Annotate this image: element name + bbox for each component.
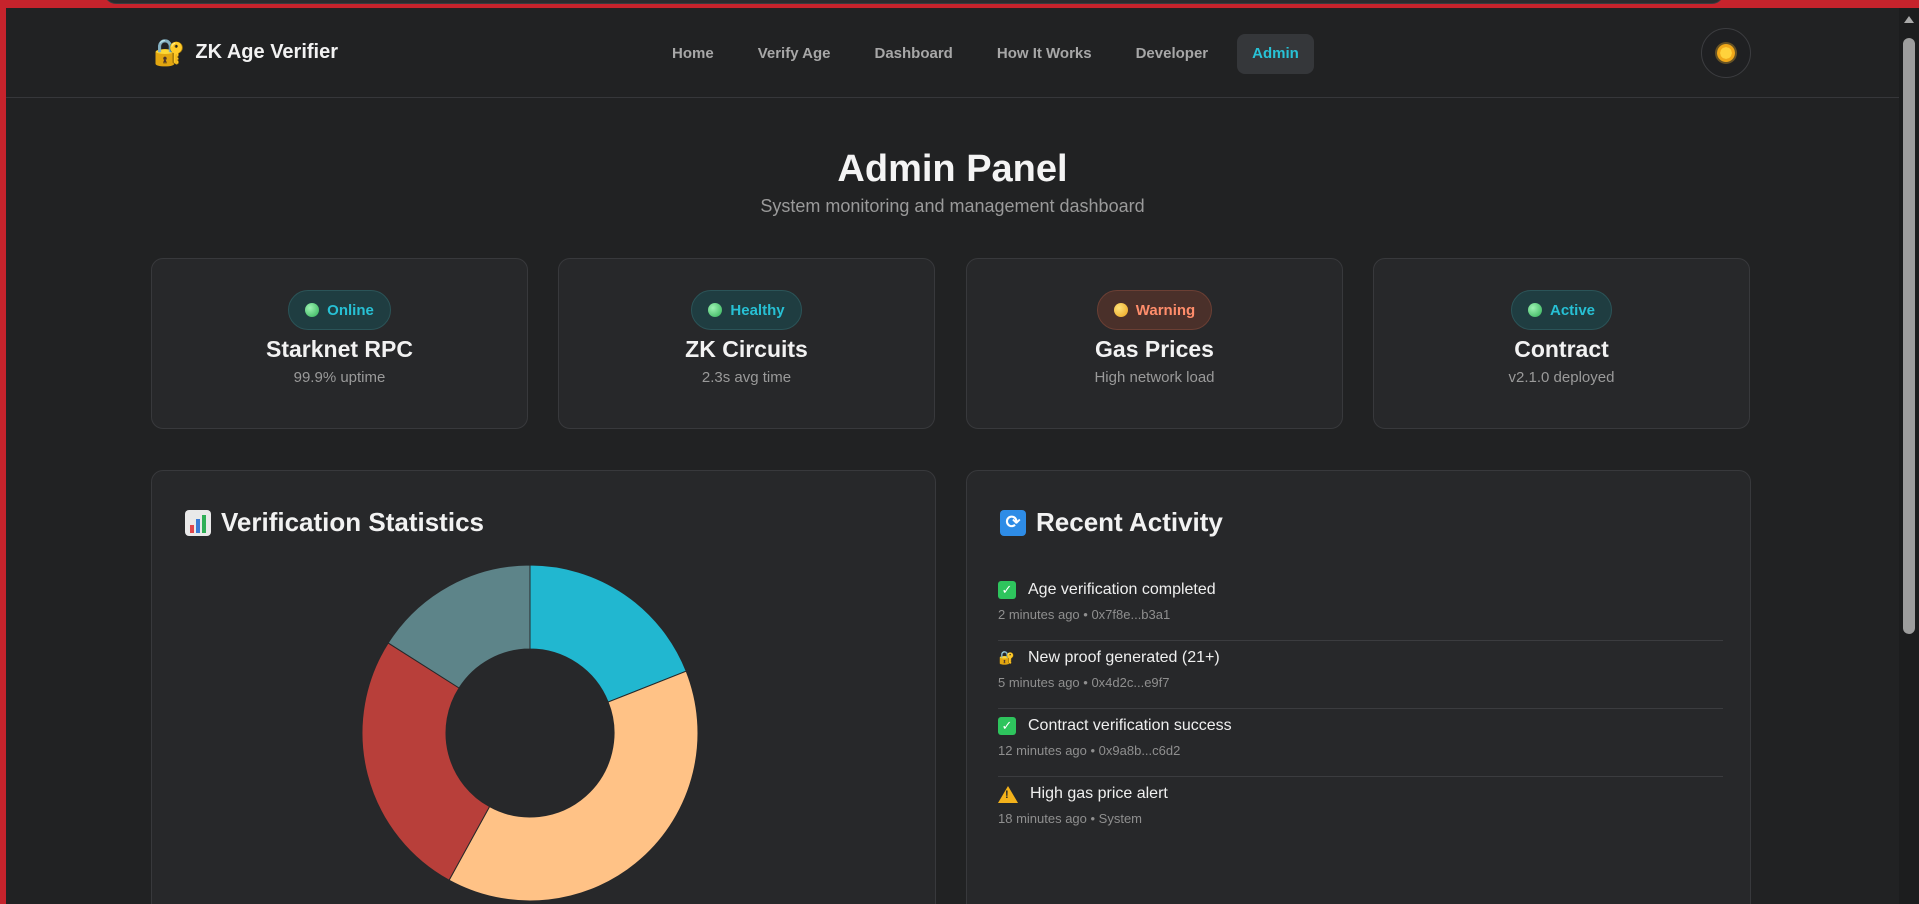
status-card-subtitle: v2.1.0 deployed: [1508, 369, 1615, 386]
theme-toggle-button[interactable]: [1701, 28, 1751, 78]
recent-activity-panel: ⟳ Recent Activity ✓ Age verification com…: [966, 470, 1751, 904]
nav-link-developer[interactable]: Developer: [1121, 34, 1224, 74]
verification-statistics-panel: Verification Statistics: [151, 470, 936, 904]
activity-text: Age verification completed: [1028, 581, 1216, 598]
activity-item[interactable]: ✓ Age verification completed 2 minutes a…: [998, 573, 1723, 641]
status-dot-icon: [1527, 303, 1542, 317]
status-card-subtitle: High network load: [1094, 369, 1215, 386]
panel-title-label: Recent Activity: [1036, 507, 1223, 537]
nav-links: Home Verify Age Dashboard How It Works D…: [657, 34, 1314, 74]
status-badge-label: Active: [1549, 301, 1596, 319]
status-dot-icon: [1113, 303, 1128, 317]
vertical-scrollbar[interactable]: [1899, 8, 1919, 904]
sun-icon: [1717, 44, 1735, 62]
navbar: 🔐 ZK Age Verifier Home Verify Age Dashbo…: [6, 8, 1899, 98]
check-icon: ✓: [998, 581, 1016, 599]
activity-text: Contract verification success: [1028, 717, 1232, 734]
nav-link-how-it-works[interactable]: How It Works: [982, 34, 1107, 74]
donut-chart-svg: [361, 564, 699, 902]
refresh-icon: ⟳: [1000, 509, 1026, 536]
status-badge-label: Warning: [1135, 301, 1196, 319]
scroll-up-arrow-icon[interactable]: [1904, 16, 1914, 23]
status-card-gas-prices: Warning Gas Prices High network load: [966, 258, 1343, 429]
status-badge: Online: [288, 290, 391, 330]
status-card-title: Starknet RPC: [266, 336, 413, 362]
lock-icon: 🔐: [998, 650, 1016, 665]
nav-link-verify-age[interactable]: Verify Age: [743, 34, 846, 74]
status-card-starknet-rpc: Online Starknet RPC 99.9% uptime: [151, 258, 528, 429]
status-dot-icon: [305, 303, 320, 317]
activity-item[interactable]: ✓ Contract verification success 12 minut…: [998, 709, 1723, 777]
status-card-title: Contract: [1514, 336, 1609, 362]
bar-chart-icon: [185, 509, 211, 536]
activity-meta: 12 minutes ago • 0x9a8b...c6d2: [998, 743, 1181, 758]
activity-list: ✓ Age verification completed 2 minutes a…: [998, 573, 1723, 845]
nav-link-home[interactable]: Home: [657, 34, 729, 74]
status-card-subtitle: 2.3s avg time: [701, 369, 792, 386]
activity-text: High gas price alert: [1030, 785, 1168, 802]
status-badge: Warning: [1096, 290, 1213, 330]
activity-meta: 18 minutes ago • System: [998, 811, 1143, 826]
panel-title: ⟳ Recent Activity: [1000, 507, 1223, 538]
lock-icon: 🔐: [153, 37, 186, 67]
browser-top-bar: [104, 0, 1724, 4]
brand-name: ZK Age Verifier: [195, 40, 339, 63]
page-title: Admin Panel: [837, 148, 1068, 190]
status-card-title: ZK Circuits: [685, 336, 808, 362]
scrollbar-thumb[interactable]: [1903, 38, 1915, 634]
status-badge-label: Healthy: [730, 301, 785, 319]
nav-link-dashboard[interactable]: Dashboard: [860, 34, 968, 74]
donut-slice-1[interactable]: [448, 670, 699, 902]
status-badge-label: Online: [327, 301, 374, 319]
panel-title: Verification Statistics: [185, 507, 484, 538]
status-card-zk-circuits: Healthy ZK Circuits 2.3s avg time: [558, 258, 935, 429]
activity-item[interactable]: High gas price alert 18 minutes ago • Sy…: [998, 777, 1723, 845]
verification-donut-chart: [360, 563, 700, 904]
activity-text: New proof generated (21+): [1028, 649, 1220, 666]
panel-title-label: Verification Statistics: [221, 507, 484, 537]
app-window: 🔐 ZK Age Verifier Home Verify Age Dashbo…: [6, 8, 1899, 904]
activity-meta: 5 minutes ago • 0x4d2c...e9f7: [998, 675, 1170, 690]
status-card-subtitle: 99.9% uptime: [293, 369, 386, 386]
status-badge: Active: [1510, 290, 1613, 330]
activity-item[interactable]: 🔐 New proof generated (21+) 5 minutes ag…: [998, 641, 1723, 709]
status-badge: Healthy: [691, 290, 802, 330]
status-card-title: Gas Prices: [1095, 336, 1214, 362]
warning-icon: [998, 785, 1018, 803]
activity-meta: 2 minutes ago • 0x7f8e...b3a1: [998, 607, 1171, 622]
nav-link-admin[interactable]: Admin: [1237, 34, 1314, 74]
status-card-contract: Active Contract v2.1.0 deployed: [1373, 258, 1750, 429]
page-subtitle: System monitoring and management dashboa…: [760, 196, 1145, 216]
check-icon: ✓: [998, 717, 1016, 735]
brand[interactable]: 🔐 ZK Age Verifier: [153, 39, 338, 65]
status-dot-icon: [708, 303, 723, 317]
